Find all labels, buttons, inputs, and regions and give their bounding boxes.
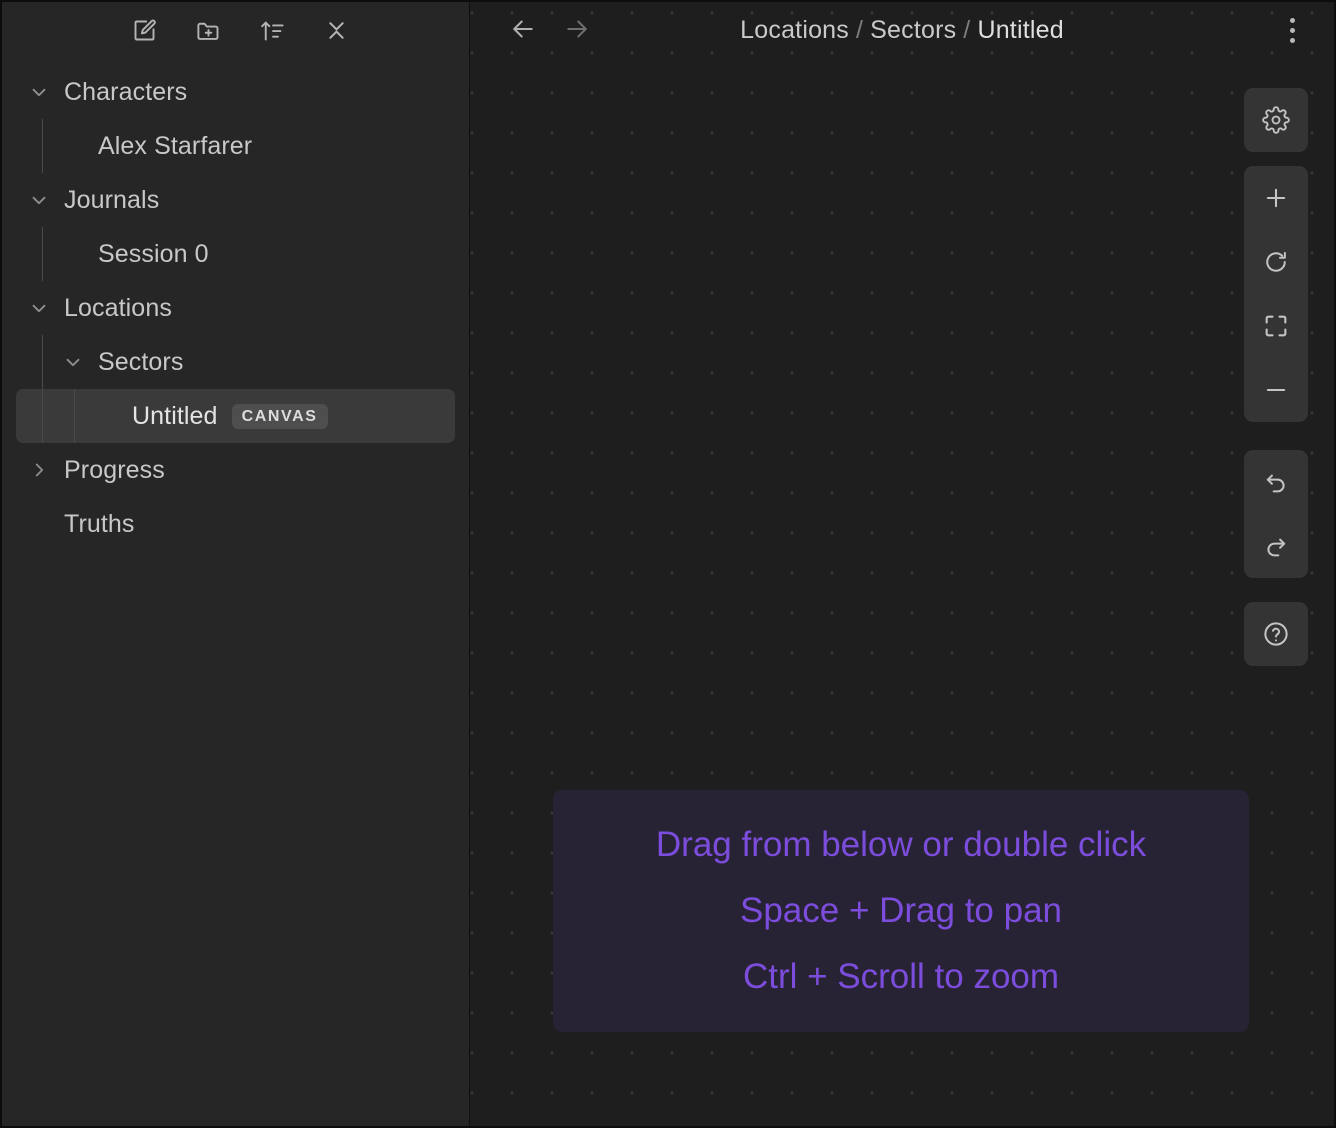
new-folder-button[interactable] [192, 14, 226, 48]
chevron-down-icon[interactable] [28, 81, 50, 103]
arrow-right-icon [562, 14, 592, 47]
tree-item-untitled[interactable]: Untitled CANVAS [16, 389, 455, 443]
back-button[interactable] [504, 11, 542, 49]
hint-line: Ctrl + Scroll to zoom [742, 957, 1060, 997]
undo-button[interactable] [1244, 450, 1308, 514]
chevron-right-icon[interactable] [28, 459, 50, 481]
tree-item-sectors[interactable]: Sectors [16, 335, 455, 389]
sidebar: Characters Alex Starfarer Journals Session … [2, 2, 470, 1126]
tree-item-session-0[interactable]: Session 0 [16, 227, 455, 281]
tree-item-label: Journals [64, 185, 160, 214]
vertical-dots-icon [1289, 17, 1295, 43]
tree-item-label: Characters [64, 77, 188, 106]
canvas-type-badge: CANVAS [231, 403, 328, 429]
tree-item-label: Session 0 [98, 239, 209, 268]
settings-toolbar-group [1244, 88, 1308, 152]
breadcrumb-item-sectors[interactable]: Sectors [870, 16, 956, 44]
app-window: Characters Alex Starfarer Journals Session … [0, 0, 1336, 1128]
zoom-out-button[interactable] [1244, 358, 1308, 422]
tree-guide-line [42, 389, 43, 443]
tree-item-locations[interactable]: Locations [16, 281, 455, 335]
help-toolbar-group [1244, 602, 1308, 666]
minus-icon [1262, 376, 1290, 404]
chevron-down-icon[interactable] [62, 351, 84, 373]
folder-plus-icon [195, 17, 222, 44]
tree-item-label: Alex Starfarer [98, 131, 253, 160]
gear-icon [1262, 106, 1290, 134]
new-entry-button[interactable] [128, 14, 162, 48]
sort-button[interactable] [256, 14, 290, 48]
sidebar-toolbar [2, 2, 469, 59]
tree-guide-line [42, 119, 43, 173]
refresh-icon [1262, 248, 1290, 276]
tree-item-label: Truths [64, 509, 135, 538]
tree-item-truths[interactable]: Truths [16, 497, 455, 551]
square-pencil-icon [131, 17, 158, 44]
tree-item-alex-starfarer[interactable]: Alex Starfarer [16, 119, 455, 173]
history-toolbar-group [1244, 450, 1308, 578]
canvas-area: Locations / Sectors / Untitled Drag from… [470, 2, 1334, 1126]
tree-item-characters[interactable]: Characters [16, 65, 455, 119]
tree-item-progress[interactable]: Progress [16, 443, 455, 497]
breadcrumb-item-locations[interactable]: Locations [740, 16, 849, 44]
fit-to-screen-button[interactable] [1244, 294, 1308, 358]
more-options-button[interactable] [1272, 10, 1312, 50]
question-circle-icon [1261, 619, 1291, 649]
canvas-settings-button[interactable] [1244, 88, 1308, 152]
breadcrumb: Locations / Sectors / Untitled [470, 16, 1334, 45]
help-button[interactable] [1244, 602, 1308, 666]
arrow-left-icon [508, 14, 538, 47]
tree-guide-line [42, 227, 43, 281]
hint-line: Drag from below or double click [655, 824, 1147, 864]
hint-line: Space + Drag to pan [739, 890, 1063, 930]
redo-icon [1262, 532, 1290, 560]
collapse-all-icon [323, 17, 350, 44]
canvas-header: Locations / Sectors / Untitled [470, 2, 1334, 58]
tree-guide-line [74, 389, 75, 443]
redo-button[interactable] [1244, 514, 1308, 578]
fit-screen-icon [1262, 312, 1290, 340]
forward-button[interactable] [558, 11, 596, 49]
canvas-hint-panel: Drag from below or double click Space + D… [553, 790, 1249, 1032]
sidebar-tree: Characters Alex Starfarer Journals Session … [2, 59, 469, 1126]
plus-icon [1262, 184, 1290, 212]
reset-view-button[interactable] [1244, 230, 1308, 294]
breadcrumb-separator: / [963, 15, 971, 44]
tree-item-label: Sectors [98, 347, 184, 376]
tree-item-label: Progress [64, 455, 165, 484]
chevron-down-icon[interactable] [28, 189, 50, 211]
tree-item-journals[interactable]: Journals [16, 173, 455, 227]
zoom-toolbar-group [1244, 166, 1308, 422]
breadcrumb-separator: / [855, 15, 864, 44]
zoom-in-button[interactable] [1244, 166, 1308, 230]
undo-icon [1262, 468, 1290, 496]
tree-item-label: Untitled [132, 401, 218, 430]
breadcrumb-item-untitled[interactable]: Untitled [977, 16, 1063, 44]
tree-item-label: Locations [64, 293, 172, 322]
tree-guide-line [42, 335, 43, 389]
chevron-down-icon[interactable] [28, 297, 50, 319]
collapse-all-button[interactable] [320, 14, 354, 48]
sort-ascending-icon [259, 17, 286, 44]
